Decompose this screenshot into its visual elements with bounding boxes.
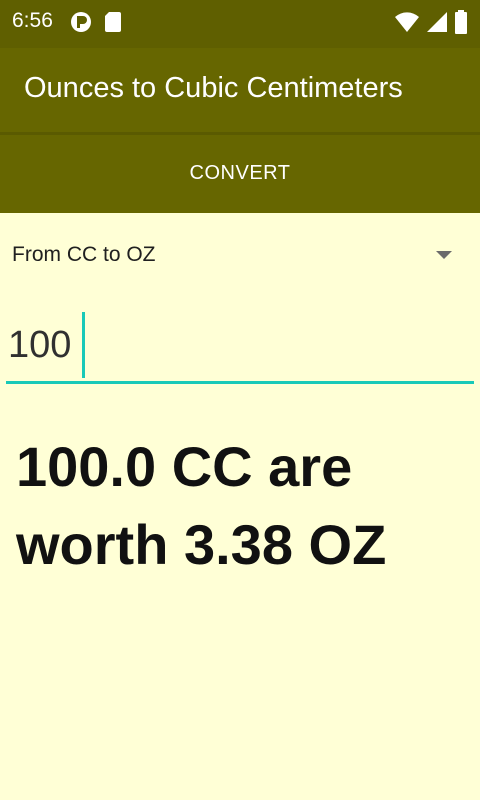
battery-icon [454, 10, 468, 39]
convert-button[interactable]: CONVERT [0, 135, 480, 213]
conversion-result: 100.0 CC are worth 3.38 OZ [16, 435, 387, 576]
status-time: 6:56 [12, 9, 53, 32]
notification-app-icon [70, 11, 92, 38]
app-title: Ounces to Cubic Centimeters [24, 72, 403, 104]
status-bar: 6:56 [0, 0, 480, 48]
input-underline [6, 381, 474, 384]
cellular-signal-icon [426, 11, 448, 38]
status-left-icons [70, 11, 122, 38]
dropdown-arrow-icon [436, 251, 452, 259]
conversion-direction-spinner[interactable]: From CC to OZ [0, 218, 480, 290]
wifi-icon [394, 11, 420, 38]
status-right-icons [394, 10, 468, 39]
convert-button-label: CONVERT [189, 161, 291, 184]
text-cursor [82, 312, 85, 378]
app-screen: 6:56 Ounces to Cubic Centimeters CONVERT… [0, 0, 480, 800]
amount-input-value: 100 [8, 324, 72, 366]
app-bar: Ounces to Cubic Centimeters [0, 48, 480, 132]
sim-card-icon [104, 11, 122, 38]
amount-input[interactable]: 100 [6, 300, 474, 384]
spinner-selected-value: From CC to OZ [12, 243, 156, 266]
